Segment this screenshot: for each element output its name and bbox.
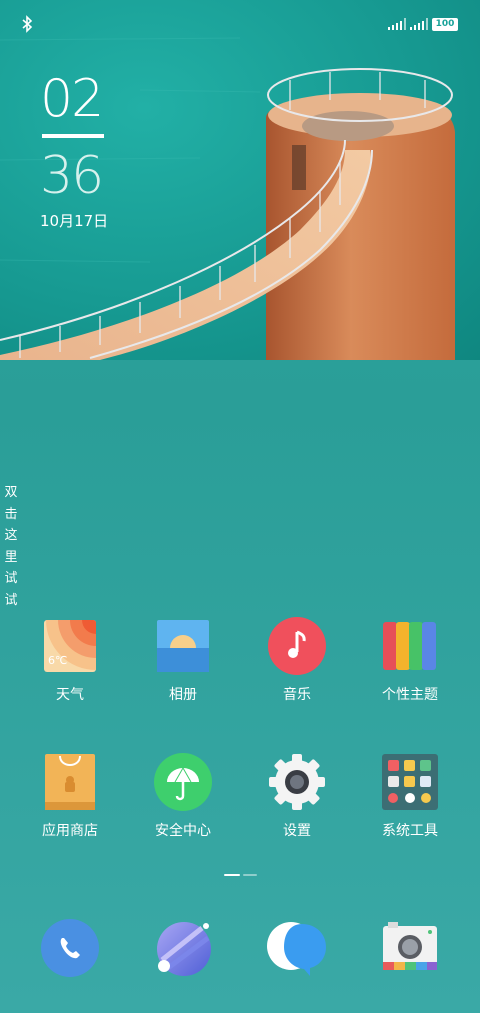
camera-icon [383, 922, 437, 970]
clock-minute: 36 [40, 146, 104, 206]
dock-phone[interactable] [40, 918, 100, 978]
clock-widget[interactable]: 02 36 10月17日 [40, 70, 130, 231]
system-tools-icon [380, 752, 440, 812]
status-bar: 100 [0, 0, 480, 48]
clock-hour: 02 [40, 69, 104, 129]
page-dot-active [224, 874, 240, 876]
bluetooth-icon [22, 15, 33, 33]
app-label: 个性主题 [382, 687, 438, 703]
music-icon [267, 616, 327, 676]
hint-char: 双 [4, 485, 18, 500]
phone-icon [41, 919, 99, 977]
weather-icon: 6℃ [40, 616, 100, 676]
hint-char: 里 [4, 549, 18, 565]
app-store-icon [40, 752, 100, 812]
dock-camera[interactable] [380, 918, 440, 978]
app-label: 音乐 [283, 687, 311, 703]
app-label: 应用商店 [42, 823, 98, 839]
app-settings[interactable]: 设置 [242, 752, 352, 840]
app-label: 相册 [169, 687, 197, 703]
app-music[interactable]: 音乐 [242, 616, 352, 704]
dock-browser[interactable] [154, 918, 214, 978]
app-label: 安全中心 [155, 823, 211, 839]
security-icon [153, 752, 213, 812]
signal-1-icon [388, 18, 406, 30]
hint-char: 击 [4, 506, 18, 522]
hint-char: 这 [4, 528, 18, 543]
app-label: 系统工具 [382, 823, 438, 839]
signal-2-icon [410, 18, 428, 30]
browser-icon [157, 922, 211, 976]
hint-char: 试 [4, 571, 18, 586]
app-weather[interactable]: 6℃ 天气 [15, 616, 125, 704]
double-tap-hint[interactable]: 双 击 这 里 试 试 [3, 482, 19, 611]
app-security[interactable]: 安全中心 [128, 752, 238, 840]
dock-messages[interactable] [266, 918, 326, 978]
themes-icon [380, 616, 440, 676]
battery-indicator: 100 [432, 18, 458, 31]
gallery-icon [153, 616, 213, 676]
clock-date: 10月17日 [40, 212, 109, 230]
weather-temp: 6℃ [48, 654, 68, 667]
app-store[interactable]: 应用商店 [15, 752, 125, 840]
clock-divider [42, 134, 104, 138]
page-dot [243, 874, 257, 876]
hint-char: 试 [4, 592, 18, 608]
messages-icon [267, 922, 326, 976]
app-gallery[interactable]: 相册 [128, 616, 238, 704]
app-themes[interactable]: 个性主题 [355, 616, 465, 704]
app-label: 设置 [283, 823, 311, 839]
app-label: 天气 [56, 687, 84, 703]
settings-icon [267, 752, 327, 812]
app-system-tools[interactable]: 系统工具 [355, 752, 465, 840]
